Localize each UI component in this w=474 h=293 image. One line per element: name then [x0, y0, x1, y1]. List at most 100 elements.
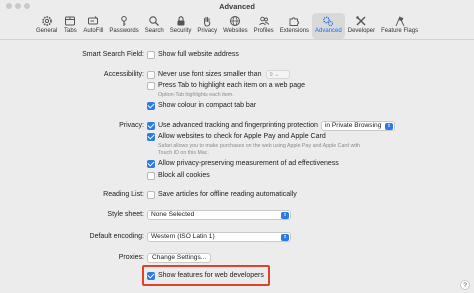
- tab-label: General: [36, 28, 58, 34]
- flags-icon: [393, 14, 407, 27]
- proxies-label: Proxies:: [118, 254, 144, 261]
- min-font-size-checkbox[interactable]: [147, 70, 155, 79]
- tab-extensions[interactable]: Extensions: [277, 13, 312, 39]
- colour-tab-bar-checkbox[interactable]: [147, 101, 155, 110]
- min-font-size-value: 9: [269, 71, 273, 78]
- block-cookies-row: Block all cookies: [0, 170, 474, 181]
- zoom-button[interactable]: [24, 3, 30, 9]
- tab-profiles[interactable]: Profiles: [251, 13, 277, 39]
- colour-tab-bar-text: Show colour in compact tab bar: [158, 102, 257, 109]
- tab-autofill[interactable]: AutoFill: [80, 13, 106, 39]
- accessibility-row: Accessibility: Never use font sizes smal…: [0, 69, 474, 80]
- window-title: Advanced: [219, 2, 255, 11]
- tab-advanced[interactable]: Advanced: [312, 13, 345, 39]
- tab-label: Passwords: [109, 28, 139, 34]
- proxies-row: Proxies: Change Settings...: [0, 252, 474, 263]
- ad-measurement-row: Allow privacy-preserving measurement of …: [0, 158, 474, 169]
- tab-highlight-row: Press Tab to highlight each item on a we…: [0, 80, 474, 91]
- tab-highlight-help: Option-Tab highlights each item.: [158, 92, 234, 98]
- tab-label: Advanced: [315, 28, 342, 34]
- style-sheet-row: Style sheet: None Selected ⇕: [0, 209, 474, 220]
- style-sheet-label: Style sheet:: [107, 211, 144, 218]
- tab-highlight-checkbox[interactable]: [147, 81, 155, 90]
- close-button[interactable]: [6, 3, 12, 9]
- tracking-protection-option[interactable]: Use advanced tracking and fingerprinting…: [147, 120, 395, 131]
- offline-reading-option[interactable]: Save articles for offline reading automa…: [147, 190, 297, 199]
- tab-privacy[interactable]: Privacy: [194, 13, 220, 39]
- block-cookies-text: Block all cookies: [158, 172, 210, 179]
- tab-search[interactable]: Search: [142, 13, 167, 39]
- colour-tab-bar-option[interactable]: Show colour in compact tab bar: [147, 101, 257, 110]
- magnifier-icon: [147, 14, 161, 27]
- apple-pay-option[interactable]: Allow websites to check for Apple Pay an…: [147, 132, 326, 141]
- tracking-mode-value: in Private Browsing: [324, 122, 382, 129]
- smart-search-row: Smart Search Field: Show full website ad…: [0, 49, 474, 60]
- lock-icon: [174, 14, 188, 27]
- privacy-row: Privacy: Use advanced tracking and finge…: [0, 120, 474, 131]
- tab-websites[interactable]: Websites: [220, 13, 251, 39]
- tab-label: Extensions: [279, 28, 310, 34]
- tab-passwords[interactable]: Passwords: [106, 13, 141, 39]
- tracking-protection-text: Use advanced tracking and fingerprinting…: [158, 122, 318, 129]
- colour-tab-bar-row: Show colour in compact tab bar: [0, 100, 474, 111]
- tab-label: Websites: [223, 28, 248, 34]
- tab-label: Security: [169, 28, 192, 34]
- proxies-control: Change Settings...: [147, 252, 212, 263]
- tab-label: Privacy: [197, 28, 218, 34]
- encoding-label: Default encoding:: [89, 233, 144, 240]
- encoding-row: Default encoding: Western (ISO Latin 1) …: [0, 231, 474, 242]
- tab-developer[interactable]: Developer: [345, 13, 378, 39]
- block-cookies-checkbox[interactable]: [147, 171, 155, 180]
- show-full-address-checkbox[interactable]: [147, 50, 155, 59]
- tab-highlight-text: Press Tab to highlight each item on a we…: [158, 82, 305, 89]
- min-font-size-option[interactable]: Never use font sizes smaller than 9 ⌄: [147, 70, 290, 79]
- tab-highlight-option[interactable]: Press Tab to highlight each item on a we…: [147, 81, 305, 90]
- smart-search-label: Smart Search Field:: [82, 51, 144, 58]
- ad-measurement-option[interactable]: Allow privacy-preserving measurement of …: [147, 159, 339, 168]
- min-font-size-select[interactable]: 9 ⌄: [265, 70, 290, 79]
- privacy-label: Privacy:: [119, 122, 144, 129]
- ad-measurement-text: Allow privacy-preserving measurement of …: [158, 160, 339, 167]
- ad-measurement-checkbox[interactable]: [147, 159, 155, 168]
- puzzle-icon: [287, 14, 301, 27]
- change-settings-button[interactable]: Change Settings...: [147, 252, 212, 263]
- tab-label: Search: [144, 28, 164, 34]
- tab-label: Profiles: [253, 28, 274, 34]
- offline-reading-text: Save articles for offline reading automa…: [158, 191, 297, 198]
- autofill-icon: [86, 14, 100, 27]
- tab-feature-flags[interactable]: Feature Flags: [378, 13, 421, 39]
- reading-list-label: Reading List:: [103, 191, 144, 198]
- help-button[interactable]: ?: [460, 280, 470, 290]
- apple-pay-checkbox[interactable]: [147, 132, 155, 141]
- gear-icon: [40, 14, 54, 27]
- highlight-box: [142, 265, 270, 286]
- safari-settings-window: Advanced General Tabs AutoFill Passwords: [0, 0, 474, 293]
- encoding-select[interactable]: Western (ISO Latin 1) ⇕: [147, 231, 291, 242]
- apple-pay-help-line-2: Touch ID on this Mac.: [158, 150, 209, 156]
- tab-security[interactable]: Security: [167, 13, 195, 39]
- show-full-address-option[interactable]: Show full website address: [147, 50, 239, 59]
- chevron-updown-icon: ⌄: [274, 71, 280, 78]
- offline-reading-checkbox[interactable]: [147, 190, 155, 199]
- apple-pay-help-line-1: Safari allows you to make purchases on t…: [158, 143, 360, 149]
- tracking-mode-select[interactable]: in Private Browsing ⇕: [320, 120, 395, 131]
- tab-general[interactable]: General: [33, 13, 60, 39]
- tabs-icon: [63, 14, 77, 27]
- accessibility-label: Accessibility:: [103, 71, 144, 78]
- chevron-updown-icon: ⇕: [281, 211, 289, 219]
- title-bar: Advanced: [0, 0, 474, 14]
- block-cookies-option[interactable]: Block all cookies: [147, 171, 210, 180]
- apple-pay-row: Allow websites to check for Apple Pay an…: [0, 131, 474, 142]
- style-sheet-control: None Selected ⇕: [147, 209, 291, 220]
- tracking-protection-checkbox[interactable]: [147, 121, 155, 130]
- show-full-address-text: Show full website address: [158, 51, 239, 58]
- advanced-gears-icon: [321, 14, 335, 27]
- tab-tabs[interactable]: Tabs: [60, 13, 80, 39]
- tab-label: Tabs: [64, 28, 77, 34]
- key-icon: [117, 14, 131, 27]
- chevron-updown-icon: ⇕: [384, 122, 393, 130]
- hand-icon: [200, 14, 214, 27]
- preferences-toolbar: General Tabs AutoFill Passwords Search S…: [0, 13, 474, 39]
- style-sheet-select[interactable]: None Selected ⇕: [147, 209, 291, 220]
- minimize-button[interactable]: [15, 3, 21, 9]
